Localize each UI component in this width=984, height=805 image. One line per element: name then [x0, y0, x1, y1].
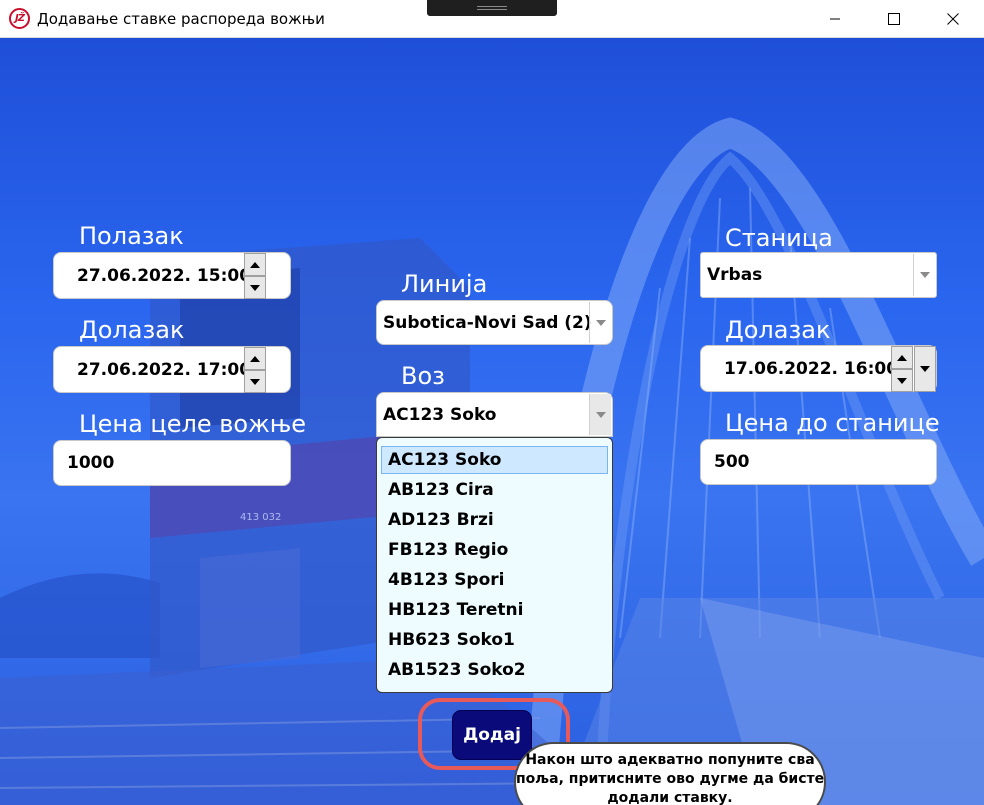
- station-arrival-label: Долазак: [725, 316, 831, 344]
- train-option[interactable]: AC123 Soko: [381, 446, 608, 474]
- spin-up-icon: [250, 355, 260, 362]
- line-value: Subotica-Novi Sad (2): [383, 312, 592, 333]
- svg-text:413 032: 413 032: [240, 512, 281, 523]
- train-option[interactable]: AD123 Brzi: [381, 506, 608, 534]
- line-label: Линија: [401, 270, 488, 298]
- arrival-label: Долазак: [79, 316, 185, 344]
- spin-down-button[interactable]: [244, 370, 266, 393]
- spin-up-button[interactable]: [891, 346, 913, 369]
- train-dropdown-button[interactable]: [589, 394, 611, 435]
- chevron-down-icon: [919, 272, 930, 278]
- train-label: Воз: [401, 362, 445, 390]
- chevron-down-icon: [595, 411, 606, 418]
- train-select[interactable]: AC123 Soko: [376, 392, 613, 437]
- arrival-value: 27.06.2022. 17:00: [77, 359, 252, 380]
- spin-up-button[interactable]: [244, 347, 266, 370]
- spin-down-button[interactable]: [244, 276, 266, 299]
- window-title: Додавање ставке распореда вожњи: [37, 10, 325, 28]
- chevron-down-icon: [920, 366, 930, 372]
- app-logo-icon: ЈŽ: [9, 8, 30, 29]
- spin-down-icon: [897, 377, 907, 384]
- train-option[interactable]: AB123 Cira: [381, 476, 608, 504]
- price-to-station-input[interactable]: 500: [700, 439, 937, 485]
- spin-down-button[interactable]: [891, 369, 913, 392]
- station-arrival-datetime-picker[interactable]: 17.06.2022. 16:00: [700, 345, 937, 392]
- close-button[interactable]: [930, 0, 976, 37]
- calendar-dropdown-button[interactable]: [914, 346, 936, 392]
- price-to-station-label: Цена до станице: [725, 409, 940, 437]
- tooltip-line: додали ставку.: [607, 790, 733, 805]
- minimize-button[interactable]: [812, 0, 858, 37]
- train-option[interactable]: AB1523 Soko2: [381, 656, 608, 684]
- spin-up-icon: [897, 354, 907, 361]
- departure-datetime-picker[interactable]: 27.06.2022. 15:00: [53, 252, 291, 299]
- price-to-station-value: 500: [714, 452, 750, 472]
- train-option[interactable]: 4B123 Spori: [381, 566, 608, 594]
- window-grip-handle[interactable]: [427, 0, 557, 16]
- station-label: Станица: [725, 224, 833, 252]
- maximize-button[interactable]: [871, 0, 917, 37]
- station-select[interactable]: Vrbas: [700, 252, 937, 298]
- train-value: AC123 Soko: [383, 404, 497, 425]
- arrival-datetime-picker[interactable]: 27.06.2022. 17:00: [53, 346, 291, 393]
- departure-value: 27.06.2022. 15:00: [77, 265, 252, 286]
- tooltip-line: Након што адекватно попуните сва: [525, 752, 815, 768]
- chevron-down-icon: [595, 319, 606, 326]
- station-value: Vrbas: [707, 265, 763, 285]
- departure-label: Полазак: [79, 222, 184, 250]
- line-select[interactable]: Subotica-Novi Sad (2): [376, 300, 613, 345]
- help-tooltip: Након што адекватно попуните сва поља, п…: [514, 742, 826, 805]
- maximize-icon: [888, 12, 900, 25]
- spin-up-icon: [250, 261, 260, 268]
- minimize-icon: [830, 18, 840, 19]
- title-bar: ЈŽ Додавање ставке распореда вожњи: [0, 0, 984, 38]
- full-price-value: 1000: [67, 453, 115, 473]
- full-price-input[interactable]: 1000: [53, 440, 291, 486]
- train-option[interactable]: HB123 Teretni: [381, 596, 608, 624]
- line-dropdown-button[interactable]: [589, 302, 611, 343]
- full-price-label: Цена целе вожње: [79, 410, 307, 438]
- spin-down-icon: [250, 378, 260, 385]
- spin-down-icon: [250, 284, 260, 291]
- tooltip-line: поља, притисните ово дугме да бисте: [516, 771, 825, 787]
- close-icon: [947, 12, 959, 25]
- spin-up-button[interactable]: [244, 253, 266, 276]
- train-option[interactable]: HB623 Soko1: [381, 626, 608, 654]
- station-arrival-value: 17.06.2022. 16:00: [724, 358, 899, 379]
- station-dropdown-button[interactable]: [913, 254, 935, 296]
- train-dropdown-list: AC123 Soko AB123 Cira AD123 Brzi FB123 R…: [376, 437, 613, 693]
- train-option[interactable]: FB123 Regio: [381, 536, 608, 564]
